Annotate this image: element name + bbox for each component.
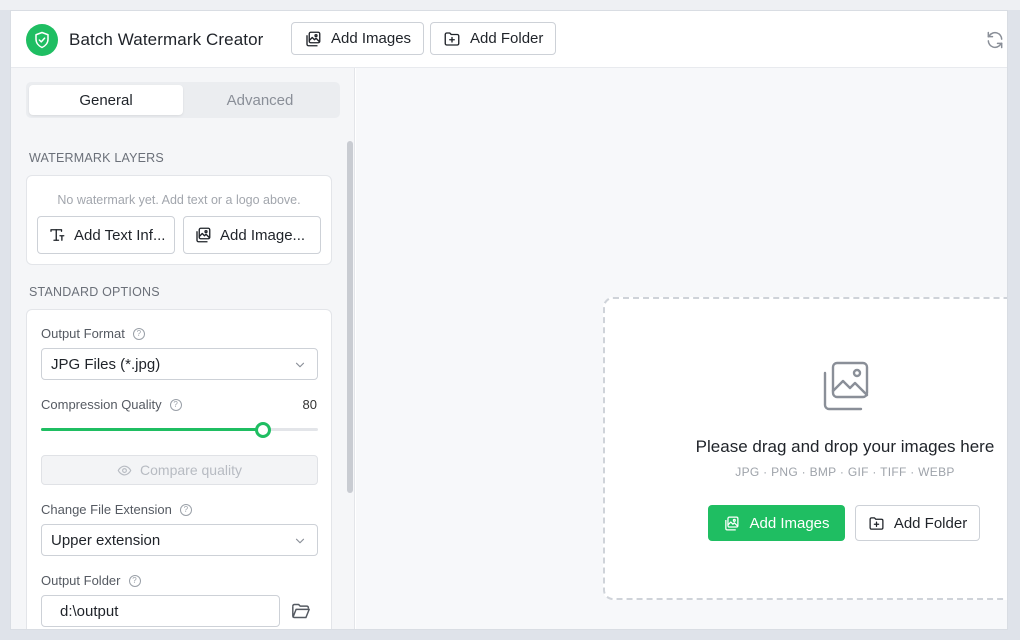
drop-zone[interactable]: Please drag and drop your images here JP… (603, 297, 1007, 600)
standard-options-card: Output Format ? JPG Files (*.jpg) Compre… (26, 309, 332, 629)
shield-check-icon (26, 24, 58, 56)
compression-quality-slider[interactable] (41, 422, 318, 438)
drop-title: Please drag and drop your images here (695, 437, 995, 456)
refresh-icon[interactable] (985, 30, 1005, 50)
text-icon (50, 229, 65, 241)
image-placeholder-icon (823, 361, 869, 411)
watermark-layers-card: No watermark yet. Add text or a logo abo… (26, 175, 332, 265)
tab-bar: General Advanced (26, 82, 340, 118)
add-images-label: Add Images (331, 30, 412, 47)
chevron-down-icon (295, 538, 305, 544)
slider-fill (41, 428, 263, 431)
settings-sidebar: General Advanced WATERMARK LAYERS No wat… (11, 68, 355, 629)
watermark-layers-title: WATERMARK LAYERS (29, 151, 164, 165)
output-format-select[interactable]: JPG Files (*.jpg) (41, 348, 318, 380)
sidebar-scrollbar[interactable] (347, 141, 353, 493)
help-icon[interactable]: ? (179, 503, 192, 516)
slider-thumb[interactable] (254, 422, 271, 438)
output-folder-input[interactable]: d:\output (41, 595, 280, 627)
app-title: Batch Watermark Creator (69, 30, 264, 49)
change-extension-select[interactable]: Upper extension (41, 524, 318, 556)
add-folder-label: Add Folder (470, 30, 544, 47)
folder-plus-icon (869, 516, 884, 530)
tab-general[interactable]: General (29, 85, 183, 115)
add-image-label: Add Image... (220, 226, 306, 244)
quality-value: 80 (302, 397, 317, 412)
help-icon[interactable]: ? (169, 398, 182, 411)
change-extension-value: Upper extension (51, 531, 161, 549)
output-folder-label: Output Folder ? (41, 573, 141, 588)
supported-formats: JPG · PNG · BMP · GIF · TIFF · WEBP (735, 465, 955, 479)
image-area: Please drag and drop your images here JP… (356, 68, 1007, 629)
dropzone-add-folder-label: Add Folder (893, 514, 968, 532)
output-folder-value: d:\output (60, 602, 119, 620)
folder-open-icon[interactable] (291, 602, 311, 620)
change-extension-label: Change File Extension ? (41, 502, 192, 517)
add-folder-button[interactable]: Add Folder (430, 22, 557, 55)
help-icon[interactable]: ? (128, 574, 141, 587)
add-text-label: Add Text Inf... (74, 226, 166, 244)
add-text-watermark-button[interactable]: Add Text Inf... (37, 216, 175, 254)
dropzone-add-images-label: Add Images (749, 514, 830, 532)
folder-plus-icon (444, 31, 460, 46)
compare-quality-button: Compare quality (41, 455, 318, 485)
chevron-down-icon (295, 362, 305, 368)
help-icon[interactable]: ? (132, 327, 145, 340)
compression-quality-label: Compression Quality ? (41, 397, 182, 412)
compare-quality-label: Compare quality (140, 462, 242, 478)
output-format-value: JPG Files (*.jpg) (51, 355, 161, 373)
images-icon (725, 515, 739, 531)
standard-options-title: STANDARD OPTIONS (29, 285, 160, 299)
add-images-button[interactable]: Add Images (291, 22, 425, 55)
header: Batch Watermark Creator Add Images Add F… (11, 11, 1007, 68)
eye-icon (117, 465, 132, 475)
images-icon (306, 31, 321, 46)
dropzone-add-folder-button[interactable]: Add Folder (855, 505, 980, 541)
tab-advanced[interactable]: Advanced (183, 85, 337, 115)
desktop-strip (0, 0, 1020, 10)
app-window: Batch Watermark Creator Add Images Add F… (10, 10, 1008, 630)
add-image-watermark-button[interactable]: Add Image... (183, 216, 321, 254)
output-format-label: Output Format ? (41, 326, 145, 341)
images-icon (196, 227, 211, 243)
dropzone-add-images-button[interactable]: Add Images (708, 505, 845, 541)
empty-hint: No watermark yet. Add text or a logo abo… (57, 193, 301, 207)
